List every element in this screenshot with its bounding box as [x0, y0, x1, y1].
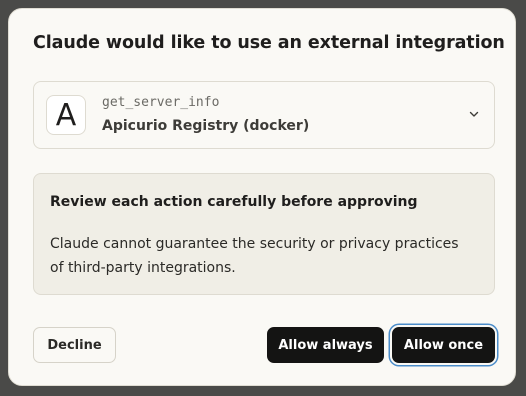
tool-name: get_server_info — [102, 95, 220, 110]
chevron-down-icon[interactable] — [468, 108, 480, 120]
server-name: Apicurio Registry (docker) — [102, 118, 310, 134]
dialog-title: Claude would like to use an external int… — [33, 33, 505, 53]
integration-logo-letter: A — [55, 97, 77, 133]
warning-title: Review each action carefully before appr… — [50, 194, 418, 210]
warning-body: Claude cannot guarantee the security or … — [50, 236, 459, 276]
security-warning: Review each action carefully before appr… — [33, 173, 495, 295]
decline-button[interactable]: Decline — [33, 327, 116, 363]
allow-always-button[interactable]: Allow always — [267, 327, 384, 363]
integration-logo: A — [46, 95, 86, 135]
allow-once-button[interactable]: Allow once — [392, 327, 495, 363]
integration-details-toggle[interactable]: A get_server_info Apicurio Registry (doc… — [33, 81, 495, 149]
integration-permission-dialog: Claude would like to use an external int… — [8, 8, 516, 386]
